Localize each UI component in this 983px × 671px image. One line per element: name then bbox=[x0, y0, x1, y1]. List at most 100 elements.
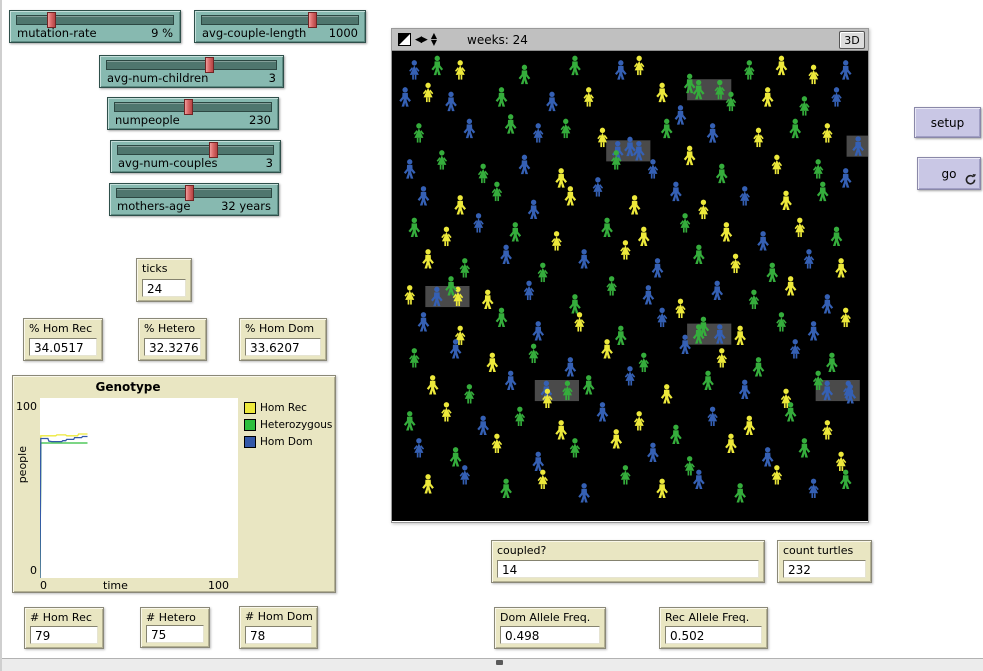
3d-view-button[interactable]: 3D bbox=[839, 31, 865, 49]
person-agent bbox=[821, 294, 833, 313]
x-axis-min-tick: 0 bbox=[40, 579, 47, 592]
setup-button[interactable]: setup bbox=[914, 107, 981, 138]
go-button[interactable]: go bbox=[917, 157, 981, 190]
person-agent bbox=[693, 470, 705, 489]
slider-numpeople[interactable]: numpeople230 bbox=[107, 97, 279, 130]
monitor-label: coupled? bbox=[492, 541, 764, 559]
slider-avg-num-children[interactable]: avg-num-children 3 bbox=[99, 55, 284, 88]
monitor-pct-hom-dom: % Hom Dom 33.6207 bbox=[239, 318, 327, 361]
y-axis-min-tick: 0 bbox=[13, 564, 37, 577]
slider-track[interactable] bbox=[201, 15, 359, 25]
legend-swatch-icon bbox=[244, 436, 256, 448]
person-agent bbox=[519, 65, 531, 84]
woman-agent bbox=[648, 159, 658, 178]
slider-track[interactable] bbox=[116, 188, 272, 198]
person-agent bbox=[418, 312, 430, 331]
slider-track[interactable] bbox=[106, 60, 277, 70]
person-agent bbox=[835, 258, 847, 277]
monitor-label: count turtles bbox=[778, 541, 871, 559]
woman-agent bbox=[657, 308, 667, 327]
woman-agent bbox=[460, 258, 470, 277]
slider-avg-couple-length[interactable]: avg-couple-length1000 bbox=[194, 10, 366, 43]
woman-agent bbox=[551, 231, 561, 250]
horizontal-cycle-icon[interactable]: ◀▶ bbox=[415, 35, 427, 45]
person-agent bbox=[739, 380, 751, 399]
person-agent bbox=[569, 56, 581, 75]
monitor-label: # Hom Dom bbox=[240, 607, 317, 625]
person-agent bbox=[528, 200, 540, 219]
woman-agent bbox=[799, 96, 809, 115]
woman-agent bbox=[772, 155, 782, 174]
person-agent bbox=[431, 56, 443, 75]
monitor-value: 232 bbox=[783, 560, 866, 578]
legend-swatch-icon bbox=[244, 419, 256, 431]
plot-canvas bbox=[40, 398, 238, 578]
slider-track[interactable] bbox=[16, 15, 174, 25]
person-agent bbox=[831, 227, 843, 246]
person-agent bbox=[780, 191, 792, 210]
slider-track[interactable] bbox=[117, 145, 274, 155]
slider-value: 9 % bbox=[151, 27, 173, 40]
woman-agent bbox=[405, 285, 415, 304]
agents-layer bbox=[392, 51, 868, 521]
world-canvas[interactable] bbox=[392, 51, 868, 521]
woman-agent bbox=[515, 407, 525, 426]
slider-label: avg-num-children bbox=[107, 72, 208, 85]
woman-agent bbox=[822, 123, 832, 142]
window-bottom-bar bbox=[2, 658, 983, 671]
forever-icon bbox=[964, 173, 977, 186]
person-agent bbox=[532, 452, 544, 471]
woman-agent bbox=[675, 299, 685, 318]
person-agent bbox=[661, 384, 673, 403]
woman-agent bbox=[570, 438, 580, 457]
person-agent bbox=[427, 375, 439, 394]
person-agent bbox=[670, 425, 682, 444]
person-agent bbox=[610, 429, 622, 448]
person-agent bbox=[404, 159, 416, 178]
slider-mothers-age[interactable]: mothers-age32 years bbox=[109, 183, 279, 216]
woman-agent bbox=[620, 240, 630, 259]
person-agent bbox=[615, 60, 627, 79]
slider-value: 3 bbox=[269, 72, 276, 85]
slider-avg-num-couples[interactable]: avg-num-couples3 bbox=[110, 140, 281, 173]
slider-track[interactable] bbox=[114, 102, 272, 112]
monitor-label: # Hom Rec bbox=[25, 608, 103, 626]
scroll-grip[interactable] bbox=[496, 660, 503, 665]
person-agent bbox=[555, 420, 567, 439]
woman-agent bbox=[639, 353, 649, 372]
woman-agent bbox=[813, 159, 823, 178]
slider-handle[interactable] bbox=[184, 99, 193, 115]
person-agent bbox=[454, 195, 466, 214]
legend-label: Heterozygous bbox=[260, 419, 332, 431]
person-agent bbox=[601, 339, 613, 358]
plot-lines bbox=[40, 398, 238, 578]
woman-agent bbox=[597, 128, 607, 147]
vertical-cycle-icon[interactable]: ▲ ▼ bbox=[431, 33, 437, 46]
monitor-num-hetero: # Hetero 75 bbox=[140, 607, 210, 648]
slider-label: mutation-rate bbox=[17, 27, 97, 40]
tick-counter: weeks: 24 bbox=[467, 33, 528, 47]
legend-entry: Heterozygous bbox=[244, 416, 332, 433]
woman-agent bbox=[836, 452, 846, 471]
person-agent bbox=[509, 222, 521, 241]
person-agent bbox=[482, 290, 494, 309]
person-agent bbox=[399, 87, 411, 106]
couple-highlight bbox=[687, 324, 731, 345]
woman-agent bbox=[680, 213, 690, 232]
world-view-header: ◀▶ ▲ ▼ weeks: 24 3D bbox=[392, 29, 868, 51]
slider-handle[interactable] bbox=[308, 12, 317, 28]
person-agent bbox=[693, 245, 705, 264]
monitor-pct-hom-rec: % Hom Rec 34.0517 bbox=[23, 318, 103, 361]
resize-view-icon[interactable] bbox=[398, 33, 411, 46]
monitor-label: % Hom Dom bbox=[240, 319, 326, 337]
person-agent bbox=[564, 357, 576, 376]
world-view: ◀▶ ▲ ▼ weeks: 24 3D bbox=[391, 28, 869, 523]
go-button-label: go bbox=[942, 167, 957, 181]
slider-label: mothers-age bbox=[117, 200, 190, 213]
person-agent bbox=[564, 186, 576, 205]
woman-agent bbox=[423, 83, 433, 102]
person-agent bbox=[546, 92, 558, 111]
woman-agent bbox=[831, 87, 841, 106]
slider-mutation-rate[interactable]: mutation-rate 9 % bbox=[9, 10, 181, 43]
person-agent bbox=[652, 258, 664, 277]
